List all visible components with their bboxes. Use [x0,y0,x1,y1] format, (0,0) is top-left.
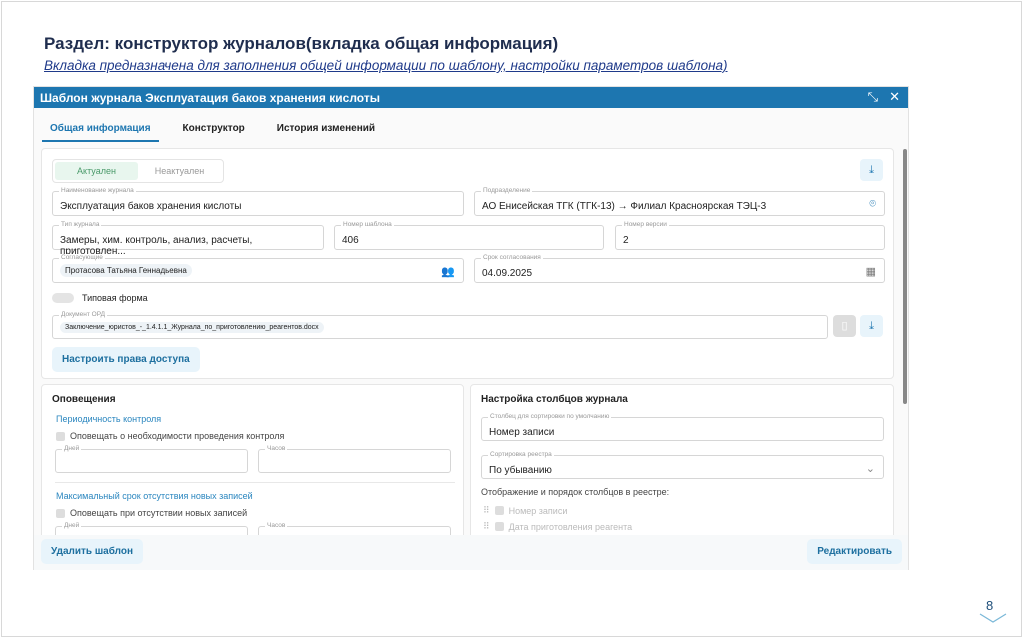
location-pin-icon[interactable]: ⌾ [869,198,876,211]
footer: Удалить шаблон Редактировать [34,535,908,570]
document-chip: Заключение_юристов_-_1.4.1.1_Журнала_по_… [60,322,324,333]
field-value: По убыванию [489,465,552,476]
field-label: Тип журнала [59,221,102,228]
notify-absent-checkbox[interactable]: Оповещать при отсутствии новых записей [56,508,247,518]
approval-deadline-field[interactable]: Срок согласования 04.09.2025 ▦ [474,254,885,283]
tab-constructor[interactable]: Конструктор [175,117,253,142]
ord-document-field[interactable]: Документ ОРД Заключение_юристов_-_1.4.1.1… [52,311,828,339]
typical-form-toggle[interactable]: Типовая форма [52,293,148,303]
modal-header: Шаблон журнала Эксплуатация баков хранен… [34,87,908,108]
status-active[interactable]: Актуален [55,162,138,180]
edit-button[interactable]: Редактировать [807,539,902,564]
field-label: Номер версии [622,221,669,228]
field-label: Дней [62,522,82,529]
max-period-title: Максимальный срок отсутствия новых запис… [56,491,253,501]
field-label: Согласующие [59,254,105,261]
field-value: 04.09.2025 [482,268,533,279]
field-value: 406 [342,235,359,246]
toggle-switch[interactable] [52,293,74,303]
collapse-icon[interactable]: ⤡ [868,89,878,105]
template-number-field[interactable]: Номер шаблона 406 [334,221,604,250]
close-icon[interactable]: ✕ [889,89,900,105]
display-order-label: Отображение и порядок столбцов в реестре… [481,487,670,497]
download-icon[interactable]: ⤓ [860,159,883,181]
page-chevron-icon [979,613,1007,623]
field-label: Часов [265,522,288,529]
notifications-card: Оповещения Периодичность контроля Оповещ… [41,384,464,544]
field-label: Сортировка реестра [488,451,554,458]
field-label: Наименование журнала [59,187,136,194]
users-icon[interactable]: 👥 [441,265,455,278]
approver-chip: Протасова Татьяна Геннадьевна [60,264,192,277]
delete-template-button[interactable]: Удалить шаблон [41,539,144,564]
columns-title: Настройка столбцов журнала [481,394,628,405]
chevron-down-icon: ⌄ [865,463,875,475]
field-label: Документ ОРД [59,311,107,318]
field-label: Номер шаблона [341,221,394,228]
columns-card: Настройка столбцов журнала Столбец для с… [470,384,894,544]
page-number: 8 [986,598,994,613]
drag-handle-icon[interactable]: ⠿ [483,505,490,516]
column-item[interactable]: ⠿ Дата приготовления реагента [483,521,632,532]
field-label: Срок согласования [481,254,543,261]
field-label: Подразделение [481,187,533,194]
modal-title: Шаблон журнала Эксплуатация баков хранен… [40,91,380,105]
field-value: 2 [623,235,629,246]
status-inactive[interactable]: Неактуален [138,162,221,180]
hours-field[interactable]: Часов [258,445,451,473]
status-toggle: Актуален Неактуален [52,159,224,183]
tabs: Общая информация Конструктор История изм… [42,117,399,142]
notifications-title: Оповещения [52,394,116,405]
sort-column-field[interactable]: Столбец для сортировки по умолчанию Номер… [481,413,884,441]
journal-name-field[interactable]: Наименование журнала Эксплуатация баков х… [52,187,464,216]
checkbox-label: Оповещать о необходимости проведения кон… [70,431,285,441]
journal-type-field[interactable]: Тип журнала Замеры, хим. контроль, анализ… [52,221,324,257]
checkbox-label: Оповещать при отсутствии новых записей [70,508,248,518]
column-item[interactable]: ⠿ Номер записи [483,505,567,516]
field-label: Столбец для сортировки по умолчанию [488,413,612,420]
slide-title: Раздел: конструктор журналов(вкладка общ… [44,34,559,53]
periodicity-title: Периодичность контроля [56,414,162,424]
field-value: АО Енисейская ТГК (ТГК-13) → Филиал Крас… [482,201,767,212]
column-label: Дата приготовления реагента [508,521,633,532]
approvers-field[interactable]: Согласующие Протасова Татьяна Геннадьевна… [52,254,464,283]
version-number-field[interactable]: Номер версии 2 [615,221,885,250]
division-field[interactable]: Подразделение АО Енисейская ТГК (ТГК-13) … [474,187,885,216]
toggle-label: Типовая форма [82,293,148,303]
calendar-icon[interactable]: ▦ [866,265,876,278]
days-field[interactable]: Дней [55,445,248,473]
file-icon[interactable]: ▯ [833,315,856,337]
download-icon[interactable]: ⤓ [860,315,883,337]
slide-subtitle: Вкладка предназначена для заполнения общ… [44,58,728,73]
field-value: Номер записи [489,427,555,438]
scrollbar[interactable] [903,149,907,404]
divider [55,482,455,483]
drag-handle-icon[interactable]: ⠿ [483,521,490,532]
access-rights-button[interactable]: Настроить права доступа [52,347,200,372]
column-label: Номер записи [508,505,568,516]
template-modal: Шаблон журнала Эксплуатация баков хранен… [33,86,909,570]
tab-history[interactable]: История изменений [269,117,383,142]
sort-order-select[interactable]: Сортировка реестра По убыванию ⌄ [481,451,884,479]
tab-general[interactable]: Общая информация [42,117,159,142]
notify-control-checkbox[interactable]: Оповещать о необходимости проведения кон… [56,431,284,441]
field-label: Часов [265,445,288,452]
field-label: Дней [62,445,82,452]
field-value: Эксплуатация баков хранения кислоты [60,201,242,212]
general-card: Актуален Неактуален ⤓ Наименование журна… [41,148,894,379]
